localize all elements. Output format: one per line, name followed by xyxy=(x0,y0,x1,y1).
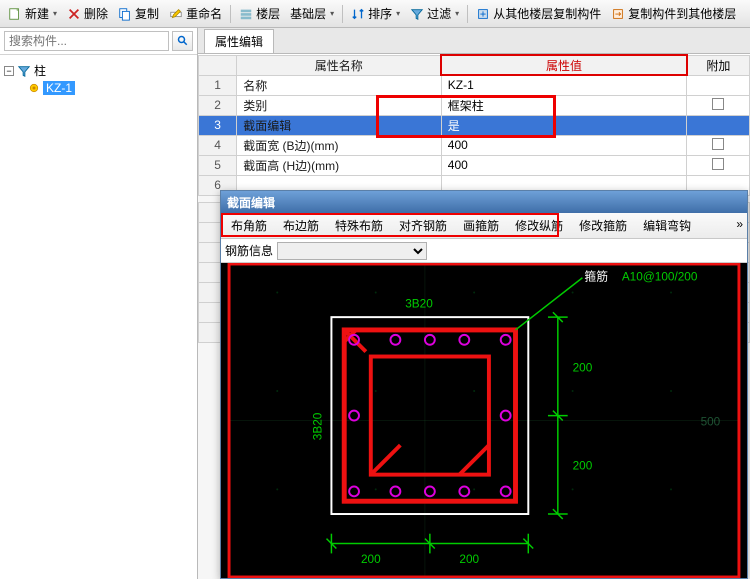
grid-head-value: 属性值 xyxy=(441,55,686,75)
section-editor-dialog: 截面编辑 布角筋 布边筋 特殊布筋 对齐钢筋 画箍筋 修改纵筋 修改箍筋 编辑弯… xyxy=(220,190,748,579)
rebar-info-select[interactable] xyxy=(277,242,427,260)
scale-label: 500 xyxy=(701,414,721,428)
label-top: 3B20 xyxy=(405,296,433,310)
tool-edit-hook[interactable]: 编辑弯钩 xyxy=(637,215,697,236)
stirrup-word: 箍筋 xyxy=(584,270,608,284)
tree-child-row[interactable]: KZ-1 xyxy=(4,80,193,96)
rename-icon xyxy=(169,7,183,21)
tab-bar: 属性编辑 xyxy=(198,28,750,54)
sort-button[interactable]: 排序▾ xyxy=(347,3,404,24)
tool-corner-rebar[interactable]: 布角筋 xyxy=(225,215,273,236)
dialog-title[interactable]: 截面编辑 xyxy=(221,191,747,213)
copy-icon xyxy=(118,7,132,21)
table-row[interactable]: 4截面宽 (B边)(mm)400 xyxy=(199,135,750,155)
grid-head-name: 属性名称 xyxy=(237,55,442,75)
dialog-menu-icon[interactable]: » xyxy=(736,217,743,231)
main-toolbar: 新建▾ 删除 复制 重命名 楼层 基础层▾ 排序▾ 过滤▾ 从其他楼层复制构件 … xyxy=(0,0,750,28)
tool-draw-stirrup[interactable]: 画箍筋 xyxy=(457,215,505,236)
dim-bl: 200 xyxy=(361,552,381,566)
floor-select[interactable]: 基础层▾ xyxy=(286,3,338,24)
tool-align-rebar[interactable]: 对齐钢筋 xyxy=(393,215,453,236)
filter-button[interactable]: 过滤▾ xyxy=(406,3,463,24)
table-row[interactable]: 3截面编辑是 xyxy=(199,115,750,135)
copy-from-icon xyxy=(476,7,490,21)
dim-bm: 200 xyxy=(459,552,479,566)
label-left: 3B20 xyxy=(311,412,325,440)
component-tree: − 柱 KZ-1 xyxy=(0,55,197,102)
property-grid: 属性名称 属性值 附加 1名称KZ-12类别框架柱3截面编辑是4截面宽 (B边)… xyxy=(198,54,750,196)
tab-properties[interactable]: 属性编辑 xyxy=(204,29,274,53)
search-input[interactable] xyxy=(4,31,169,51)
rebar-info-row: 钢筋信息 xyxy=(221,239,747,263)
new-icon xyxy=(8,7,22,21)
dialog-toolbar: 布角筋 布边筋 特殊布筋 对齐钢筋 画箍筋 修改纵筋 修改箍筋 编辑弯钩 » xyxy=(221,213,747,239)
dim-br: 200 xyxy=(573,459,593,473)
delete-icon xyxy=(67,7,81,21)
tree-child-label: KZ-1 xyxy=(43,81,75,95)
search-icon xyxy=(177,35,189,47)
copy-to-button[interactable]: 复制构件到其他楼层 xyxy=(607,3,740,24)
table-row[interactable]: 1名称KZ-1 xyxy=(199,75,750,95)
filter-icon xyxy=(410,7,424,21)
expand-icon[interactable]: − xyxy=(4,66,14,76)
delete-button[interactable]: 删除 xyxy=(63,3,112,24)
rebar-info-label: 钢筋信息 xyxy=(225,242,273,259)
tool-edge-rebar[interactable]: 布边筋 xyxy=(277,215,325,236)
dim-tr: 200 xyxy=(573,360,593,374)
new-button[interactable]: 新建▾ xyxy=(4,3,61,24)
copy-to-icon xyxy=(611,7,625,21)
tool-modify-stirrup[interactable]: 修改箍筋 xyxy=(573,215,633,236)
table-row[interactable]: 2类别框架柱 xyxy=(199,95,750,115)
tree-root-label: 柱 xyxy=(34,62,46,79)
tool-special-rebar[interactable]: 特殊布筋 xyxy=(329,215,389,236)
grid-head-extra: 附加 xyxy=(687,55,750,75)
section-canvas[interactable]: 3B20 3B20 200 200 200 200 箍筋 A10@100/200… xyxy=(221,263,747,578)
copy-button[interactable]: 复制 xyxy=(114,3,163,24)
sort-icon xyxy=(351,7,365,21)
left-panel: − 柱 KZ-1 xyxy=(0,28,198,579)
search-button[interactable] xyxy=(172,31,193,51)
funnel-icon xyxy=(17,64,31,78)
tree-root-row[interactable]: − 柱 xyxy=(4,61,193,80)
copy-from-button[interactable]: 从其他楼层复制构件 xyxy=(472,3,605,24)
rename-button[interactable]: 重命名 xyxy=(165,3,226,24)
node-icon xyxy=(28,82,40,94)
floor-label: 楼层 xyxy=(235,3,284,24)
tool-modify-longitudinal[interactable]: 修改纵筋 xyxy=(509,215,569,236)
table-row[interactable]: 5截面高 (H边)(mm)400 xyxy=(199,155,750,175)
floor-icon xyxy=(239,7,253,21)
stirrup-spec: A10@100/200 xyxy=(622,270,698,284)
